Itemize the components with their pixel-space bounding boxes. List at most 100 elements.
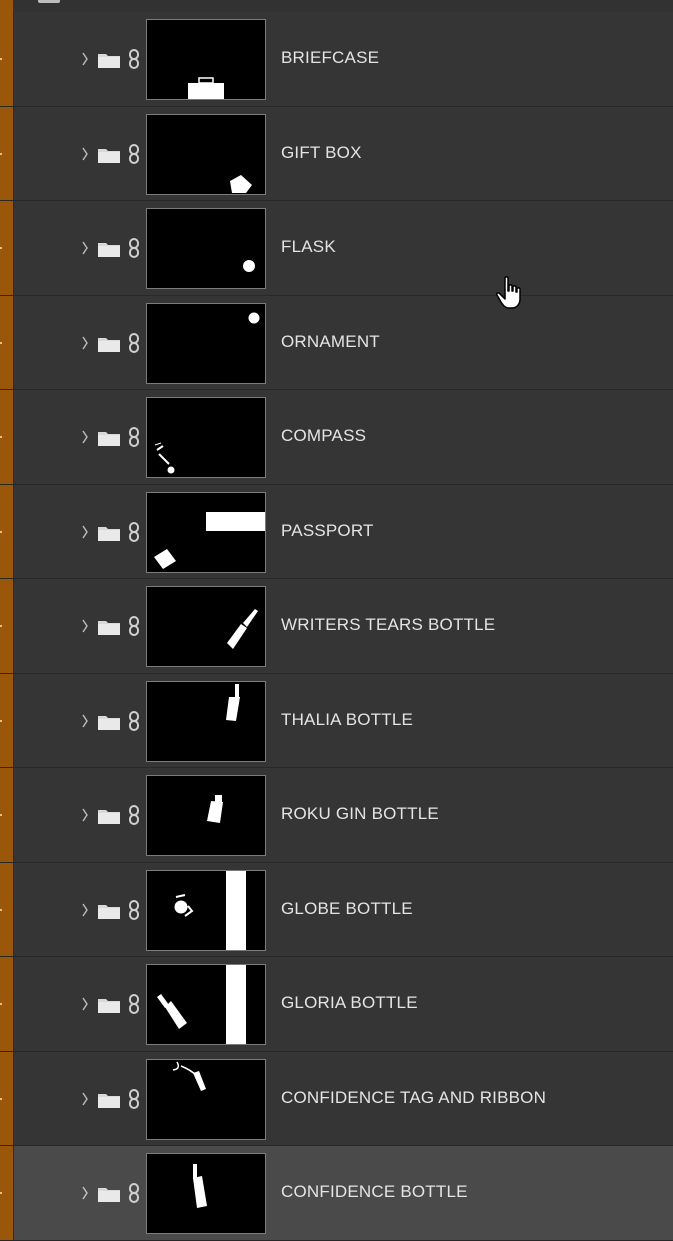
folder-icon — [98, 1188, 120, 1202]
folder-icon — [98, 904, 120, 919]
chevron-right-icon[interactable] — [80, 806, 90, 824]
visibility-toggle[interactable] — [0, 814, 2, 816]
layer-name[interactable]: ORNAMENT — [281, 332, 380, 352]
layer-mask-thumbnail[interactable] — [146, 869, 266, 951]
chevron-right-icon[interactable] — [80, 995, 90, 1013]
layer-name[interactable]: CONFIDENCE BOTTLE — [281, 1182, 468, 1202]
layer-row-selected[interactable]: CONFIDENCE BOTTLE — [0, 1146, 673, 1241]
group-color-tag — [0, 201, 14, 295]
layer-row[interactable]: GLORIA BOTTLE — [0, 957, 673, 1052]
link-icon[interactable] — [127, 615, 141, 637]
folder-icon — [98, 148, 120, 163]
link-icon[interactable] — [127, 1088, 141, 1110]
layer-row[interactable]: GIFT BOX — [0, 106, 673, 201]
layer-row[interactable]: THALIA BOTTLE — [0, 673, 673, 768]
layer-name[interactable]: COMPASS — [281, 426, 366, 446]
link-icon[interactable] — [127, 804, 141, 826]
chevron-right-icon[interactable] — [80, 145, 90, 163]
link-icon[interactable] — [127, 332, 141, 354]
chevron-right-icon[interactable] — [80, 239, 90, 257]
chevron-right-icon[interactable] — [80, 1184, 90, 1202]
chevron-right-icon[interactable] — [80, 50, 90, 68]
chevron-right-icon[interactable] — [80, 1090, 90, 1108]
group-color-tag — [0, 484, 14, 578]
link-icon[interactable] — [127, 710, 141, 732]
chevron-right-icon[interactable] — [80, 334, 90, 352]
layer-mask-thumbnail[interactable] — [146, 208, 266, 289]
link-icon[interactable] — [127, 143, 141, 165]
layer-name[interactable]: FLASK — [281, 237, 336, 257]
mask-confidence-bottle — [193, 1164, 207, 1208]
layer-mask-thumbnail[interactable] — [146, 680, 266, 762]
chevron-right-icon[interactable] — [80, 617, 90, 635]
group-color-tag — [0, 390, 14, 484]
layer-mask-thumbnail[interactable] — [146, 397, 266, 478]
layer-name[interactable]: CONFIDENCE TAG AND RIBBON — [281, 1088, 546, 1108]
link-icon[interactable] — [127, 237, 141, 259]
layer-mask-thumbnail[interactable] — [146, 19, 266, 100]
chevron-right-icon[interactable] — [80, 428, 90, 446]
layer-mask-thumbnail[interactable] — [146, 491, 266, 573]
folder-icon — [98, 526, 120, 541]
layer-row[interactable]: COMPASS — [0, 390, 673, 485]
folder-icon — [98, 337, 120, 352]
layer-mask-thumbnail[interactable] — [146, 1153, 266, 1234]
link-icon[interactable] — [127, 899, 141, 921]
group-color-tag — [0, 12, 14, 106]
layer-mask-thumbnail[interactable] — [146, 302, 266, 384]
visibility-toggle[interactable] — [0, 341, 2, 344]
link-icon[interactable] — [127, 521, 141, 543]
layer-row[interactable]: GLOBE BOTTLE — [0, 862, 673, 957]
group-color-tag — [0, 295, 14, 389]
layer-row[interactable]: PASSPORT — [0, 484, 673, 579]
link-icon[interactable] — [127, 48, 141, 70]
layer-mask-thumbnail[interactable] — [146, 964, 266, 1045]
visibility-toggle[interactable] — [0, 1003, 2, 1005]
layer-mask-thumbnail[interactable] — [146, 586, 266, 667]
mask-ornament — [248, 312, 260, 323]
layer-name[interactable]: THALIA BOTTLE — [281, 710, 413, 730]
layer-mask-thumbnail[interactable] — [146, 113, 266, 195]
chevron-right-icon[interactable] — [80, 712, 90, 730]
layer-mask-thumbnail[interactable] — [146, 1058, 266, 1140]
layer-row[interactable]: BRIEFCASE — [0, 12, 673, 107]
visibility-toggle[interactable] — [0, 1097, 2, 1100]
layer-row[interactable]: CONFIDENCE TAG AND RIBBON — [0, 1051, 673, 1146]
visibility-toggle[interactable] — [0, 247, 2, 249]
visibility-toggle[interactable] — [0, 1192, 2, 1194]
layer-name[interactable]: GLORIA BOTTLE — [281, 993, 418, 1013]
group-color-tag — [0, 579, 14, 673]
mask-gift-box — [230, 174, 252, 193]
visibility-toggle[interactable] — [0, 152, 2, 155]
layer-name[interactable]: WRITERS TEARS BOTTLE — [281, 615, 495, 635]
folder-icon — [98, 432, 120, 446]
mask-writers-tears — [227, 609, 258, 649]
visibility-toggle[interactable] — [0, 625, 2, 627]
layer-name[interactable]: GLOBE BOTTLE — [281, 899, 413, 919]
link-icon[interactable] — [127, 426, 141, 448]
layer-row[interactable]: ROKU GIN BOTTLE — [0, 768, 673, 863]
layer-name[interactable]: PASSPORT — [281, 521, 374, 541]
link-icon[interactable] — [127, 993, 141, 1015]
layer-name[interactable]: BRIEFCASE — [281, 48, 379, 68]
hand-pointer-icon — [496, 276, 521, 309]
layer-row[interactable]: FLASK — [0, 201, 673, 296]
layer-name[interactable]: ROKU GIN BOTTLE — [281, 804, 439, 824]
visibility-icon[interactable] — [38, 0, 60, 3]
folder-icon — [98, 243, 120, 257]
layer-mask-thumbnail[interactable] — [146, 775, 266, 856]
visibility-toggle[interactable] — [0, 58, 2, 60]
visibility-toggle[interactable] — [0, 530, 2, 533]
chevron-right-icon[interactable] — [80, 901, 90, 919]
visibility-toggle[interactable] — [0, 908, 2, 911]
layer-name[interactable]: GIFT BOX — [281, 143, 362, 163]
chevron-right-icon[interactable] — [80, 523, 90, 541]
layer-row[interactable]: WRITERS TEARS BOTTLE — [0, 579, 673, 674]
mask-gloria — [157, 965, 246, 1044]
link-icon[interactable] — [127, 1182, 141, 1204]
folder-icon — [98, 715, 120, 730]
layer-row[interactable]: ORNAMENT — [0, 295, 673, 390]
visibility-toggle[interactable] — [0, 719, 2, 722]
group-color-tag — [0, 862, 14, 956]
visibility-toggle[interactable] — [0, 436, 2, 438]
